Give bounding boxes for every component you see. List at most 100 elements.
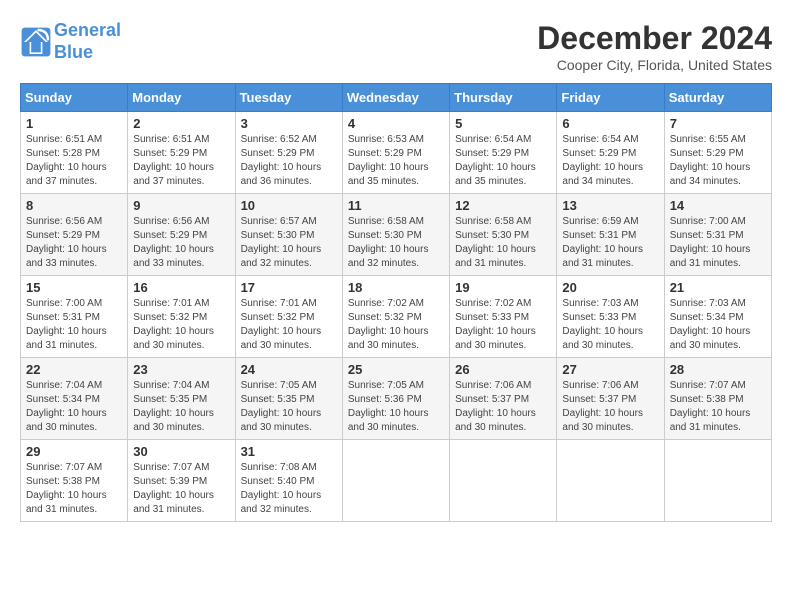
day-info: Sunrise: 6:58 AMSunset: 5:30 PMDaylight:… — [348, 216, 429, 269]
day-number: 20 — [562, 280, 658, 295]
day-number: 1 — [26, 116, 122, 131]
logo-text: General Blue — [54, 20, 121, 63]
day-number: 4 — [348, 116, 444, 131]
calendar-week-1: 1 Sunrise: 6:51 AMSunset: 5:28 PMDayligh… — [21, 112, 772, 194]
day-number: 21 — [670, 280, 766, 295]
calendar-cell: 2 Sunrise: 6:51 AMSunset: 5:29 PMDayligh… — [128, 112, 235, 194]
day-info: Sunrise: 7:02 AMSunset: 5:32 PMDaylight:… — [348, 298, 429, 351]
calendar-cell: 22 Sunrise: 7:04 AMSunset: 5:34 PMDaylig… — [21, 358, 128, 440]
day-info: Sunrise: 6:55 AMSunset: 5:29 PMDaylight:… — [670, 134, 751, 187]
calendar-cell: 16 Sunrise: 7:01 AMSunset: 5:32 PMDaylig… — [128, 276, 235, 358]
calendar-cell — [342, 440, 449, 522]
calendar-week-3: 15 Sunrise: 7:00 AMSunset: 5:31 PMDaylig… — [21, 276, 772, 358]
calendar-cell: 29 Sunrise: 7:07 AMSunset: 5:38 PMDaylig… — [21, 440, 128, 522]
calendar-cell: 25 Sunrise: 7:05 AMSunset: 5:36 PMDaylig… — [342, 358, 449, 440]
day-info: Sunrise: 7:05 AMSunset: 5:36 PMDaylight:… — [348, 380, 429, 433]
day-info: Sunrise: 6:52 AMSunset: 5:29 PMDaylight:… — [241, 134, 322, 187]
calendar-cell: 20 Sunrise: 7:03 AMSunset: 5:33 PMDaylig… — [557, 276, 664, 358]
calendar-cell: 23 Sunrise: 7:04 AMSunset: 5:35 PMDaylig… — [128, 358, 235, 440]
calendar-cell: 5 Sunrise: 6:54 AMSunset: 5:29 PMDayligh… — [450, 112, 557, 194]
calendar-cell: 21 Sunrise: 7:03 AMSunset: 5:34 PMDaylig… — [664, 276, 771, 358]
day-number: 10 — [241, 198, 337, 213]
header-thursday: Thursday — [450, 84, 557, 112]
day-number: 9 — [133, 198, 229, 213]
calendar-week-4: 22 Sunrise: 7:04 AMSunset: 5:34 PMDaylig… — [21, 358, 772, 440]
day-info: Sunrise: 6:51 AMSunset: 5:28 PMDaylight:… — [26, 134, 107, 187]
day-info: Sunrise: 7:05 AMSunset: 5:35 PMDaylight:… — [241, 380, 322, 433]
calendar-cell: 4 Sunrise: 6:53 AMSunset: 5:29 PMDayligh… — [342, 112, 449, 194]
header-wednesday: Wednesday — [342, 84, 449, 112]
day-info: Sunrise: 7:07 AMSunset: 5:38 PMDaylight:… — [26, 462, 107, 515]
day-number: 14 — [670, 198, 766, 213]
calendar-cell: 11 Sunrise: 6:58 AMSunset: 5:30 PMDaylig… — [342, 194, 449, 276]
page-header: General Blue December 2024 Cooper City, … — [20, 20, 772, 73]
day-number: 31 — [241, 444, 337, 459]
day-number: 3 — [241, 116, 337, 131]
day-info: Sunrise: 6:58 AMSunset: 5:30 PMDaylight:… — [455, 216, 536, 269]
calendar-cell — [557, 440, 664, 522]
calendar-cell: 13 Sunrise: 6:59 AMSunset: 5:31 PMDaylig… — [557, 194, 664, 276]
day-number: 19 — [455, 280, 551, 295]
title-area: December 2024 Cooper City, Florida, Unit… — [537, 20, 772, 73]
day-info: Sunrise: 6:53 AMSunset: 5:29 PMDaylight:… — [348, 134, 429, 187]
header-saturday: Saturday — [664, 84, 771, 112]
day-number: 6 — [562, 116, 658, 131]
calendar-cell: 26 Sunrise: 7:06 AMSunset: 5:37 PMDaylig… — [450, 358, 557, 440]
day-number: 30 — [133, 444, 229, 459]
day-info: Sunrise: 7:07 AMSunset: 5:39 PMDaylight:… — [133, 462, 214, 515]
day-info: Sunrise: 7:01 AMSunset: 5:32 PMDaylight:… — [133, 298, 214, 351]
day-info: Sunrise: 7:00 AMSunset: 5:31 PMDaylight:… — [26, 298, 107, 351]
calendar-week-2: 8 Sunrise: 6:56 AMSunset: 5:29 PMDayligh… — [21, 194, 772, 276]
day-number: 28 — [670, 362, 766, 377]
calendar-cell: 27 Sunrise: 7:06 AMSunset: 5:37 PMDaylig… — [557, 358, 664, 440]
day-info: Sunrise: 6:57 AMSunset: 5:30 PMDaylight:… — [241, 216, 322, 269]
day-info: Sunrise: 7:07 AMSunset: 5:38 PMDaylight:… — [670, 380, 751, 433]
calendar-cell: 1 Sunrise: 6:51 AMSunset: 5:28 PMDayligh… — [21, 112, 128, 194]
calendar-cell: 19 Sunrise: 7:02 AMSunset: 5:33 PMDaylig… — [450, 276, 557, 358]
calendar-cell: 14 Sunrise: 7:00 AMSunset: 5:31 PMDaylig… — [664, 194, 771, 276]
day-number: 24 — [241, 362, 337, 377]
day-info: Sunrise: 6:54 AMSunset: 5:29 PMDaylight:… — [455, 134, 536, 187]
day-info: Sunrise: 7:02 AMSunset: 5:33 PMDaylight:… — [455, 298, 536, 351]
calendar-cell: 12 Sunrise: 6:58 AMSunset: 5:30 PMDaylig… — [450, 194, 557, 276]
day-number: 2 — [133, 116, 229, 131]
day-number: 27 — [562, 362, 658, 377]
day-info: Sunrise: 7:01 AMSunset: 5:32 PMDaylight:… — [241, 298, 322, 351]
day-number: 26 — [455, 362, 551, 377]
calendar-cell — [450, 440, 557, 522]
calendar-cell: 15 Sunrise: 7:00 AMSunset: 5:31 PMDaylig… — [21, 276, 128, 358]
calendar-cell: 7 Sunrise: 6:55 AMSunset: 5:29 PMDayligh… — [664, 112, 771, 194]
day-number: 12 — [455, 198, 551, 213]
logo: General Blue — [20, 20, 121, 63]
day-info: Sunrise: 6:56 AMSunset: 5:29 PMDaylight:… — [133, 216, 214, 269]
calendar-cell: 18 Sunrise: 7:02 AMSunset: 5:32 PMDaylig… — [342, 276, 449, 358]
header-friday: Friday — [557, 84, 664, 112]
calendar-cell: 30 Sunrise: 7:07 AMSunset: 5:39 PMDaylig… — [128, 440, 235, 522]
day-number: 29 — [26, 444, 122, 459]
day-info: Sunrise: 7:04 AMSunset: 5:34 PMDaylight:… — [26, 380, 107, 433]
day-number: 17 — [241, 280, 337, 295]
day-info: Sunrise: 6:59 AMSunset: 5:31 PMDaylight:… — [562, 216, 643, 269]
calendar-week-5: 29 Sunrise: 7:07 AMSunset: 5:38 PMDaylig… — [21, 440, 772, 522]
weekday-header-row: Sunday Monday Tuesday Wednesday Thursday… — [21, 84, 772, 112]
calendar-cell: 3 Sunrise: 6:52 AMSunset: 5:29 PMDayligh… — [235, 112, 342, 194]
calendar-cell: 24 Sunrise: 7:05 AMSunset: 5:35 PMDaylig… — [235, 358, 342, 440]
day-info: Sunrise: 6:54 AMSunset: 5:29 PMDaylight:… — [562, 134, 643, 187]
day-info: Sunrise: 6:51 AMSunset: 5:29 PMDaylight:… — [133, 134, 214, 187]
calendar-cell: 28 Sunrise: 7:07 AMSunset: 5:38 PMDaylig… — [664, 358, 771, 440]
calendar: Sunday Monday Tuesday Wednesday Thursday… — [20, 83, 772, 522]
day-number: 22 — [26, 362, 122, 377]
day-number: 16 — [133, 280, 229, 295]
day-number: 8 — [26, 198, 122, 213]
day-info: Sunrise: 7:03 AMSunset: 5:34 PMDaylight:… — [670, 298, 751, 351]
day-number: 15 — [26, 280, 122, 295]
logo-icon — [20, 26, 52, 58]
location: Cooper City, Florida, United States — [537, 57, 772, 73]
day-info: Sunrise: 6:56 AMSunset: 5:29 PMDaylight:… — [26, 216, 107, 269]
month-title: December 2024 — [537, 20, 772, 57]
calendar-cell: 31 Sunrise: 7:08 AMSunset: 5:40 PMDaylig… — [235, 440, 342, 522]
day-number: 18 — [348, 280, 444, 295]
day-info: Sunrise: 7:08 AMSunset: 5:40 PMDaylight:… — [241, 462, 322, 515]
header-monday: Monday — [128, 84, 235, 112]
day-info: Sunrise: 7:00 AMSunset: 5:31 PMDaylight:… — [670, 216, 751, 269]
